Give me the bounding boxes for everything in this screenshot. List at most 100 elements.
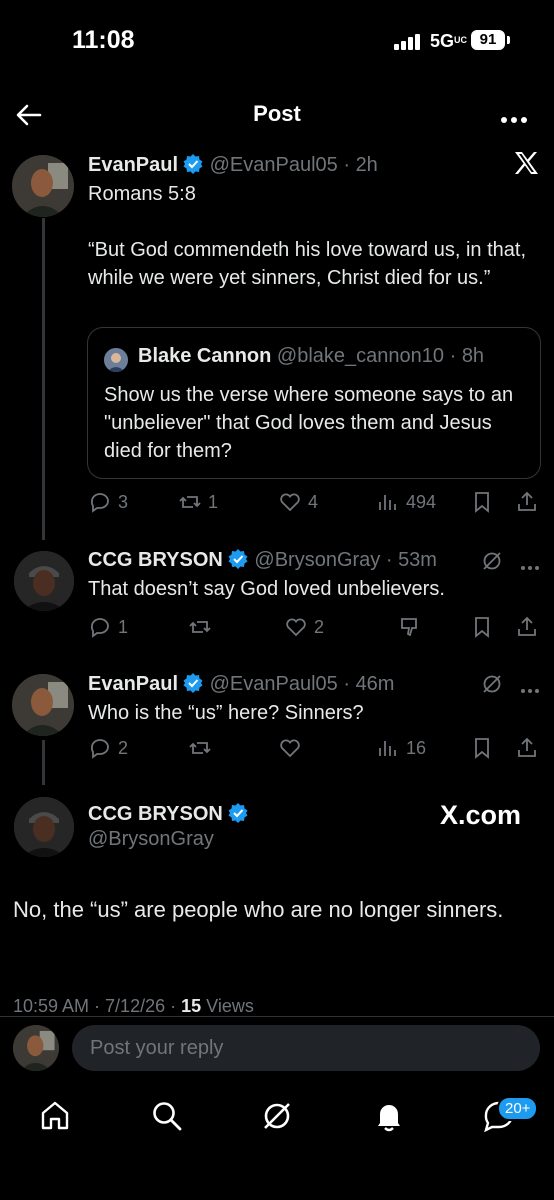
like-count: 4 — [308, 491, 319, 512]
share-button[interactable] — [515, 615, 539, 639]
quote-author-name: Blake Cannon — [138, 345, 272, 367]
author-handle[interactable]: @EvanPaul05 — [210, 673, 338, 695]
bookmark-button[interactable] — [470, 490, 494, 514]
downvote-button[interactable] — [398, 615, 422, 639]
avatar[interactable] — [14, 551, 74, 611]
author-handle[interactable]: @BrysonGray — [254, 549, 380, 571]
like-button[interactable] — [278, 736, 302, 760]
author-name[interactable]: CCG BRYSON — [88, 549, 223, 571]
verified-badge-icon — [228, 803, 248, 823]
more-options-icon[interactable] — [520, 681, 540, 699]
post-text-line: Romans 5:8 — [88, 183, 196, 205]
post-time: 2h — [355, 154, 378, 176]
author-name[interactable]: CCG BRYSON — [88, 803, 223, 825]
post-meta: 10:59 AM · 7/12/26 · 15 Views — [13, 996, 254, 1016]
quote-time: 8h — [461, 345, 485, 367]
reply-text: That doesn’t say God loved unbelievers. — [88, 578, 445, 600]
downvote-icon — [401, 618, 417, 637]
share-icon — [518, 737, 536, 757]
reply-input[interactable] — [72, 1025, 540, 1071]
views-icon — [379, 741, 396, 756]
like-button[interactable]: 2 — [284, 615, 324, 639]
views-button[interactable]: 16 — [376, 736, 426, 760]
bookmark-icon — [475, 617, 489, 638]
avatar — [104, 348, 128, 372]
heart-icon — [286, 618, 306, 637]
reply-icon — [90, 493, 109, 513]
reply-count: 2 — [118, 737, 129, 758]
heart-icon — [280, 739, 300, 758]
share-button[interactable] — [515, 736, 539, 760]
notifications-icon[interactable] — [372, 1099, 406, 1133]
like-count: 2 — [314, 616, 325, 637]
status-time: 11:08 — [72, 26, 135, 54]
battery-level: 91 — [479, 31, 497, 48]
verified-badge-icon — [228, 549, 248, 569]
views-label: Views — [206, 996, 254, 1016]
views-count: 494 — [406, 491, 437, 512]
post-author-row: EvanPaul @EvanPaul05 · 2h — [88, 154, 378, 176]
reply-author-row: CCG BRYSON @BrysonGray · 53m — [88, 549, 437, 571]
author-name[interactable]: EvanPaul — [88, 154, 178, 176]
share-icon — [518, 616, 536, 636]
post-text-line: “But God commendeth his love toward us, … — [88, 239, 526, 289]
repost-button[interactable] — [188, 615, 212, 639]
reply-count: 1 — [118, 616, 129, 637]
reply-icon — [90, 618, 109, 638]
like-button[interactable]: 4 — [278, 490, 318, 514]
quote-text: Show us the verse where someone says to … — [104, 384, 514, 462]
avatar[interactable] — [14, 797, 74, 857]
share-button[interactable] — [515, 490, 539, 514]
battery-icon: 91 — [471, 30, 505, 50]
avatar[interactable] — [12, 674, 74, 736]
thread-line — [42, 740, 45, 785]
post-timestamp: 10:59 AM · 7/12/26 · — [13, 996, 177, 1016]
verified-badge-icon — [183, 154, 203, 174]
quote-card[interactable]: Blake Cannon @blake_cannon10 · 8h Show u… — [87, 327, 541, 479]
repost-button[interactable] — [188, 736, 212, 760]
reply-button[interactable]: 2 — [88, 736, 128, 760]
views-button[interactable]: 494 — [376, 490, 436, 514]
share-icon — [518, 491, 536, 511]
views-icon — [379, 495, 396, 510]
page-title: Post — [253, 101, 301, 126]
bookmark-button[interactable] — [470, 615, 494, 639]
bookmark-button[interactable] — [470, 736, 494, 760]
bookmark-icon — [475, 738, 489, 759]
reply-text: Who is the “us” here? Sinners? — [88, 702, 364, 724]
x-logo-icon — [513, 150, 539, 181]
heart-icon — [280, 493, 300, 512]
battery-tip — [507, 36, 510, 44]
home-icon[interactable] — [38, 1099, 72, 1133]
author-handle[interactable]: @EvanPaul05 — [210, 154, 338, 176]
avatar — [13, 1025, 59, 1071]
more-options-icon[interactable] — [520, 558, 540, 576]
more-options-icon[interactable] — [500, 111, 528, 129]
thread-line — [42, 218, 45, 540]
post-time: 46m — [355, 673, 395, 695]
grok-icon[interactable] — [481, 550, 503, 577]
search-icon[interactable] — [150, 1099, 184, 1133]
grok-icon[interactable] — [481, 673, 503, 700]
main-author-row: CCG BRYSON — [88, 802, 249, 826]
reply-count: 3 — [118, 491, 129, 512]
views-count: 15 — [181, 996, 202, 1016]
views-count: 16 — [406, 737, 427, 758]
repost-count: 1 — [208, 491, 219, 512]
quote-author-handle: @blake_cannon10 — [276, 345, 445, 367]
post-text: Romans 5:8 “But God commendeth his love … — [88, 180, 538, 292]
repost-button[interactable]: 1 — [178, 490, 218, 514]
avatar[interactable] — [12, 155, 74, 217]
reply-button[interactable]: 1 — [88, 615, 128, 639]
author-handle[interactable]: @BrysonGray — [88, 828, 214, 851]
network-label: 5GUC — [430, 31, 468, 51]
repost-icon — [179, 496, 201, 508]
post-time: 53m — [398, 549, 437, 571]
grok-icon[interactable] — [260, 1099, 294, 1133]
signal-icon — [394, 34, 422, 55]
source-watermark: X.com — [440, 800, 522, 830]
reply-author-row: EvanPaul @EvanPaul05 · 46m — [88, 673, 395, 695]
notifications-badge: 20+ — [497, 1096, 539, 1121]
reply-button[interactable]: 3 — [88, 490, 128, 514]
author-name[interactable]: EvanPaul — [88, 673, 178, 695]
